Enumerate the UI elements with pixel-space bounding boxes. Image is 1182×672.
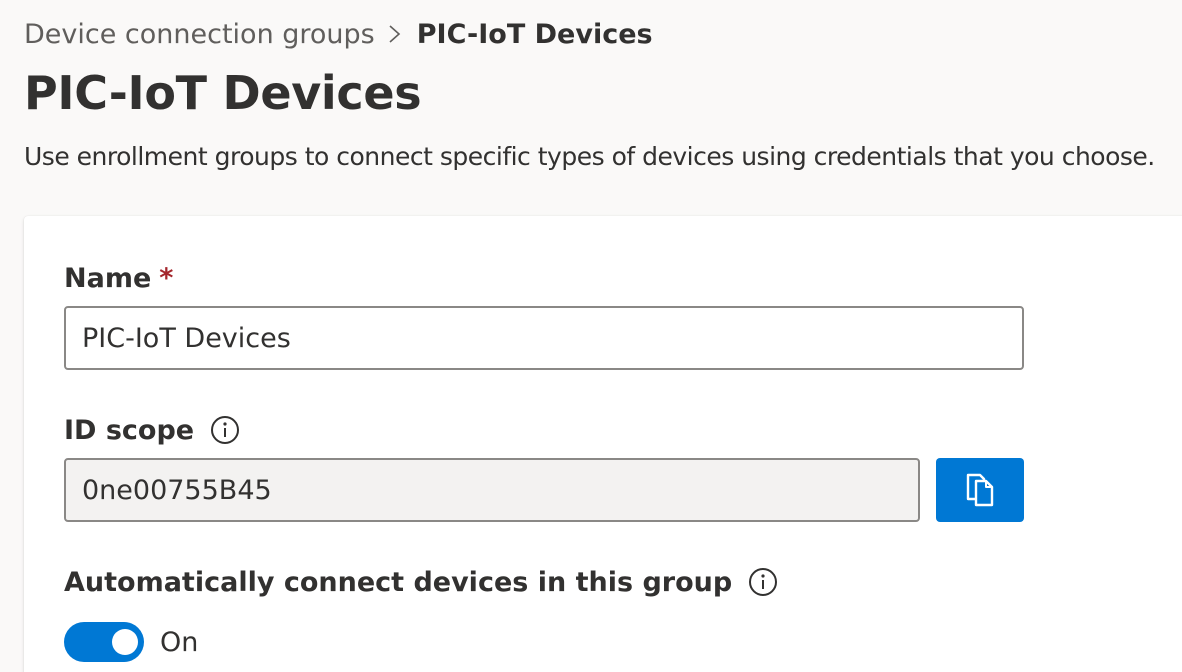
info-icon[interactable] — [210, 415, 240, 445]
breadcrumb-current: PIC-IoT Devices — [416, 18, 653, 50]
name-field-label: Name * — [64, 260, 173, 296]
auto-connect-field-label: Automatically connect devices in this gr… — [64, 564, 778, 600]
breadcrumb-link-device-connection-groups[interactable]: Device connection groups — [24, 19, 375, 50]
info-icon[interactable] — [748, 567, 778, 597]
auto-connect-toggle-row: On — [64, 622, 198, 662]
copy-icon — [966, 473, 994, 507]
copy-id-scope-button[interactable] — [936, 458, 1024, 522]
required-indicator: * — [159, 262, 174, 294]
chevron-right-icon — [389, 25, 400, 43]
enrollment-group-page: Device connection groups PIC-IoT Devices… — [0, 0, 1182, 672]
id-scope-field-label: ID scope — [64, 412, 240, 448]
name-input[interactable] — [64, 306, 1024, 370]
id-scope-input[interactable] — [64, 458, 920, 522]
breadcrumb: Device connection groups PIC-IoT Devices — [24, 16, 653, 52]
auto-connect-label-text: Automatically connect devices in this gr… — [64, 566, 733, 598]
page-description: Use enrollment groups to connect specifi… — [24, 142, 1155, 171]
page-title: PIC-IoT Devices — [24, 66, 422, 120]
auto-connect-toggle[interactable] — [64, 622, 144, 662]
name-label-text: Name — [64, 262, 152, 294]
id-scope-label-text: ID scope — [64, 414, 195, 446]
enrollment-group-form-card: Name * ID scope Automatically connect de… — [24, 216, 1182, 672]
toggle-state-label: On — [160, 626, 199, 658]
toggle-thumb — [112, 629, 138, 655]
